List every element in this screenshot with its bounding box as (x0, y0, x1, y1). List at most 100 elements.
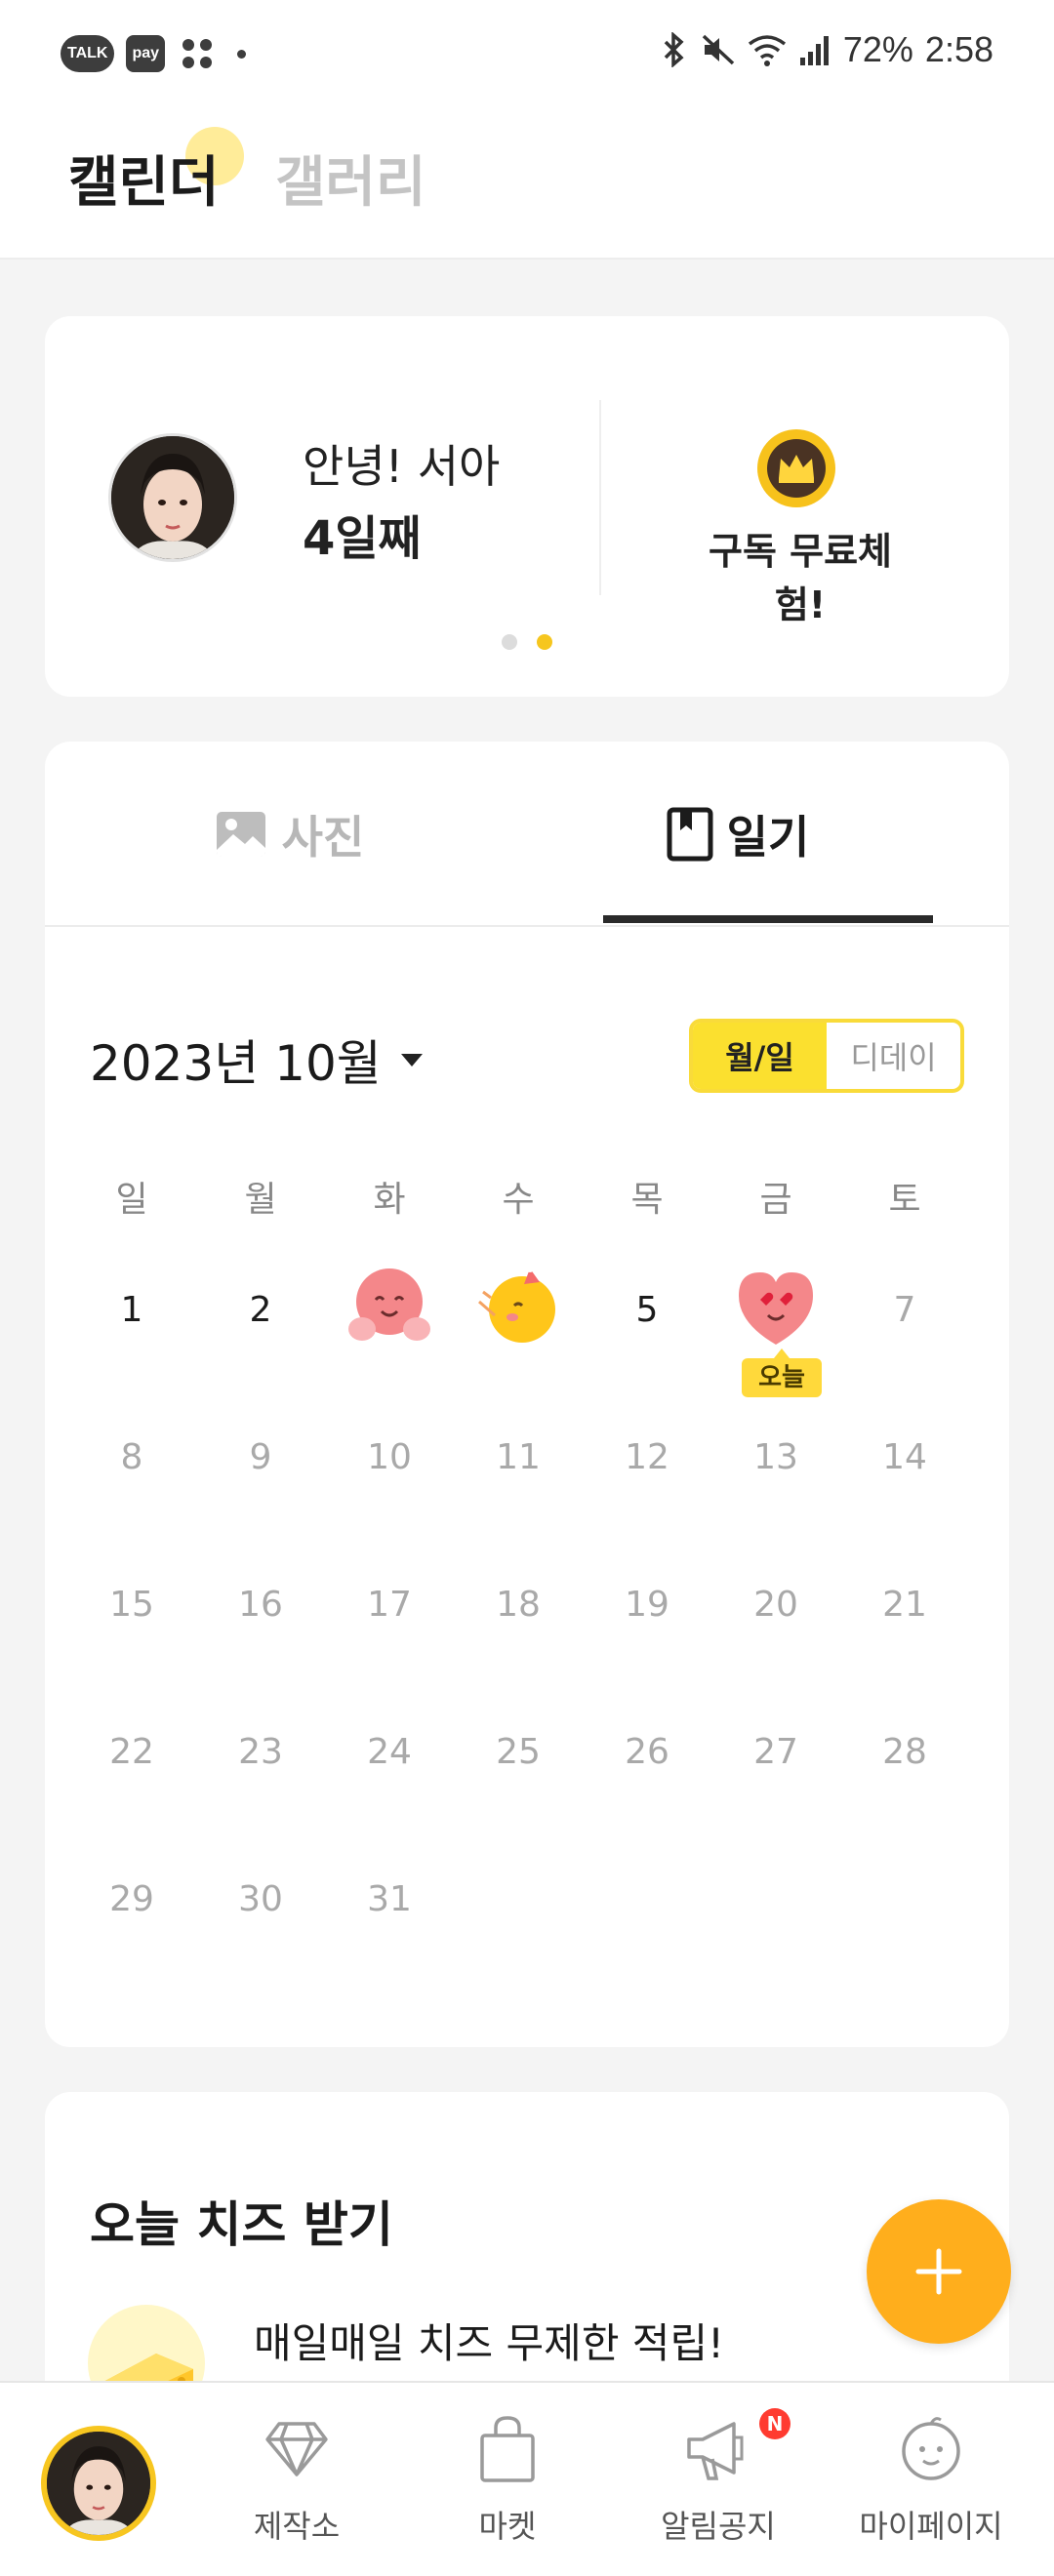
calendar-day[interactable]: 9 (197, 1387, 324, 1523)
calendar-day-number: 12 (625, 1437, 669, 1477)
plus-icon (915, 2248, 962, 2295)
calendar-day[interactable]: 18 (455, 1534, 582, 1670)
profile-divider (599, 400, 601, 595)
calendar-day[interactable]: 15 (68, 1534, 195, 1670)
cheese-title: 오늘 치즈 받기 (90, 2196, 393, 2253)
tab-diary[interactable]: 일기 (591, 742, 884, 927)
calendar-day[interactable]: 25 (455, 1681, 582, 1818)
calendar-day[interactable]: 13 (712, 1387, 839, 1523)
tabs-divider (45, 925, 1009, 927)
nav-notice-label: 알림공지 (661, 2508, 776, 2545)
carousel-dot (502, 634, 517, 650)
tab-calendar[interactable]: 캘린더 (68, 139, 220, 218)
calendar-day[interactable]: 24 (326, 1681, 453, 1818)
calendar-day[interactable]: 오늘 (712, 1239, 839, 1397)
calendar-day[interactable]: 7 (841, 1239, 968, 1376)
nav-market-label: 마켓 (478, 2508, 537, 2545)
tab-photo-label: 사진 (281, 811, 365, 864)
calendar-day-number: 22 (109, 1732, 154, 1772)
nav-workshop-label: 제작소 (253, 2508, 341, 2545)
tab-gallery[interactable]: 갤러리 (275, 139, 426, 218)
nav-market[interactable]: 마켓 (402, 2383, 613, 2576)
image-icon (216, 812, 265, 857)
day-count-text: 4일째 (303, 511, 422, 566)
calendar-day[interactable]: 26 (584, 1681, 710, 1818)
weekday-label: 수 (502, 1180, 535, 1220)
subscription-trial-label[interactable]: 구독 무료체험! (683, 521, 917, 628)
active-tab-indicator (603, 915, 933, 923)
calendar-day-number: 26 (625, 1732, 669, 1772)
nav-notice[interactable]: N 알림공지 (613, 2383, 824, 2576)
profile-avatar[interactable] (108, 433, 237, 562)
calendar-day[interactable]: 21 (841, 1534, 968, 1670)
calendar-day[interactable]: 17 (326, 1534, 453, 1670)
calendar-day-number: 24 (367, 1732, 412, 1772)
profile-card: 안녕! 서아 4일째 구독 무료체험! (45, 316, 1009, 697)
wifi-icon (748, 35, 786, 66)
signal-icon (799, 36, 829, 65)
heart-eyes-sticker-icon (739, 1272, 813, 1345)
calendar-day-number: 23 (238, 1732, 283, 1772)
calendar-day[interactable]: 20 (712, 1534, 839, 1670)
cheese-description: 매일매일 치즈 무제한 적립! (254, 2319, 724, 2367)
calendar-day-number: 1 (120, 1290, 143, 1330)
weekday-label: 금 (759, 1180, 792, 1220)
carousel-indicator (502, 634, 552, 650)
more-notifications-icon (237, 49, 247, 59)
calendar-day[interactable]: 16 (197, 1534, 324, 1670)
calendar-day-number: 9 (249, 1437, 272, 1477)
calendar-day[interactable]: 30 (197, 1829, 324, 1965)
calendar-day-number: 7 (893, 1290, 916, 1330)
add-entry-button[interactable] (867, 2199, 1011, 2344)
nav-mypage-label: 마이페이지 (859, 2508, 1003, 2545)
carousel-dot-active (537, 634, 552, 650)
tab-photo[interactable]: 사진 (142, 742, 435, 927)
new-notice-badge: N (759, 2408, 790, 2439)
calendar-day[interactable]: 11 (455, 1387, 582, 1523)
month-selector[interactable]: 2023년 10월 (90, 1025, 423, 1095)
calendar-day[interactable]: 22 (68, 1681, 195, 1818)
calendar-day[interactable] (326, 1239, 453, 1376)
toggle-month-day[interactable]: 월/일 (693, 1023, 827, 1089)
calendar-day[interactable]: 19 (584, 1534, 710, 1670)
calendar-day-number: 5 (635, 1290, 659, 1330)
nav-workshop[interactable]: 제작소 (191, 2383, 402, 2576)
calendar-day[interactable]: 29 (68, 1829, 195, 1965)
weekday-header: 일월화수목금토 (45, 1171, 1009, 1229)
calendar-day-number: 8 (120, 1437, 143, 1477)
calendar-day[interactable]: 8 (68, 1387, 195, 1523)
calendar-day[interactable]: 10 (326, 1387, 453, 1523)
greeting-text: 안녕! 서아 (303, 440, 501, 493)
status-left-icons: TALK pay (61, 35, 247, 72)
calendar-day[interactable]: 23 (197, 1681, 324, 1818)
bottom-navigation: 제작소 마켓 N 알림공지 마이페이지 (0, 2381, 1054, 2576)
calendar-day[interactable]: 14 (841, 1387, 968, 1523)
calendar-day[interactable] (455, 1239, 582, 1376)
nav-profile[interactable] (0, 2383, 211, 2576)
calendar-day-number: 10 (367, 1437, 412, 1477)
calendar-day-number: 25 (496, 1732, 541, 1772)
calendar-day-number: 21 (882, 1585, 927, 1625)
diamond-icon (265, 2422, 328, 2476)
calendar-day[interactable]: 28 (841, 1681, 968, 1818)
crown-badge-icon[interactable] (755, 427, 837, 509)
toggle-dday[interactable]: 디데이 (827, 1023, 960, 1089)
calendar-day-number: 31 (367, 1879, 412, 1919)
calendar-day[interactable]: 31 (326, 1829, 453, 1965)
top-tab-bar: 캘린더 갤러리 (0, 107, 1054, 260)
weekday-label: 목 (630, 1180, 664, 1220)
calendar-day[interactable]: 5 (584, 1239, 710, 1376)
calendar-day[interactable]: 2 (197, 1239, 324, 1376)
calendar-day-number: 14 (882, 1437, 927, 1477)
calendar-day-number: 16 (238, 1585, 283, 1625)
pink-happy-sticker-icon (348, 1268, 430, 1341)
calendar-card: 사진 일기 2023년 10월 월/일 디데이 일월화수목금토 1 2 5 오늘 7 8 9… (45, 742, 1009, 2047)
calendar-day[interactable]: 27 (712, 1681, 839, 1818)
megaphone-icon (687, 2422, 744, 2480)
calendar-day-number: 27 (753, 1732, 798, 1772)
battery-level: 72% (842, 29, 913, 69)
calendar-day-number: 28 (882, 1732, 927, 1772)
calendar-day[interactable]: 1 (68, 1239, 195, 1376)
nav-mypage[interactable]: 마이페이지 (826, 2383, 1036, 2576)
calendar-day[interactable]: 12 (584, 1387, 710, 1523)
